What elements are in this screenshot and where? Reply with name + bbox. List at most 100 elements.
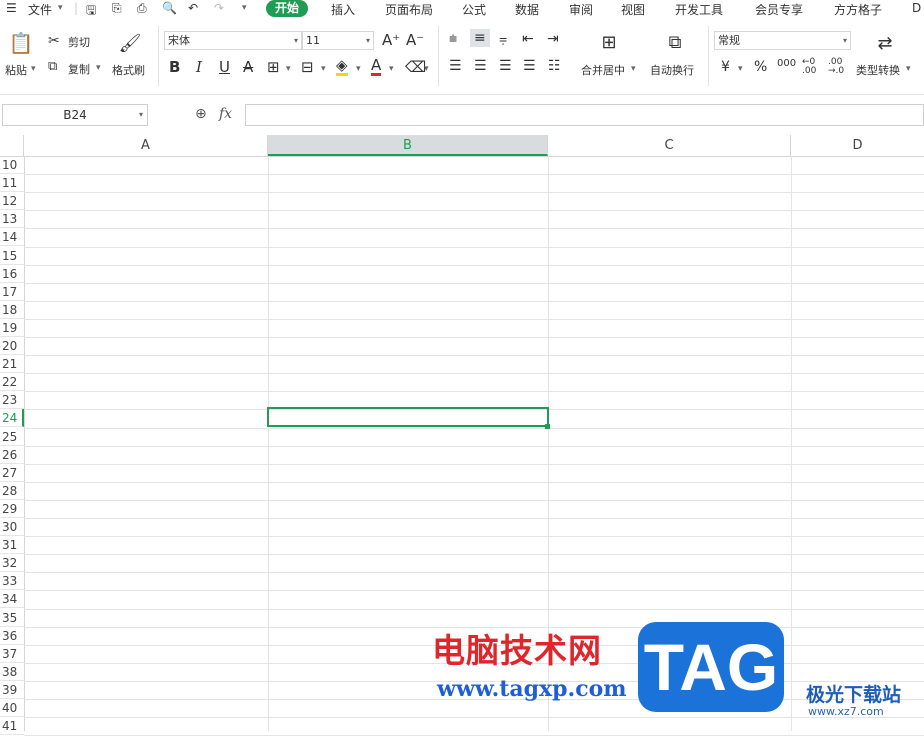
tab-developer[interactable]: 开发工具 [675, 1, 723, 18]
name-box[interactable]: B24 ▾ [2, 104, 148, 126]
font-name-select[interactable]: 宋体 ▾ [164, 31, 302, 50]
tab-insert[interactable]: 插入 [331, 1, 355, 18]
row-header-14[interactable]: 14 [0, 228, 24, 247]
chevron-down-icon[interactable]: ▾ [424, 64, 429, 74]
chevron-down-icon[interactable]: ▾ [906, 64, 911, 74]
number-format-select[interactable]: 常规 ▾ [714, 31, 851, 50]
print-preview-icon[interactable]: 🔍 [162, 1, 177, 15]
row-header-20[interactable]: 20 [0, 337, 24, 355]
tab-more[interactable]: D [912, 1, 921, 15]
font-color-icon[interactable]: A [371, 57, 382, 76]
column-header-b[interactable]: B [268, 135, 548, 156]
chevron-down-icon[interactable]: ▾ [58, 3, 63, 13]
bold-icon[interactable]: B [169, 58, 180, 76]
row-header-40[interactable]: 40 [0, 699, 24, 717]
column-header-a[interactable]: A [24, 135, 268, 156]
row-header-19[interactable]: 19 [0, 319, 24, 337]
decrease-indent-icon[interactable]: ⇤ [522, 31, 534, 47]
row-header-15[interactable]: 15 [0, 247, 24, 265]
row-header-28[interactable]: 28 [0, 482, 24, 500]
file-menu[interactable]: 文件 [28, 1, 52, 18]
tab-home[interactable]: 开始 [266, 0, 309, 17]
font-size-select[interactable]: 11 ▾ [302, 31, 374, 50]
align-bottom-icon[interactable]: ⩦ [499, 31, 507, 47]
row-header-36[interactable]: 36 [0, 627, 24, 645]
row-header-17[interactable]: 17 [0, 283, 24, 301]
select-all-corner[interactable] [0, 135, 24, 156]
row-header-24[interactable]: 24 [0, 409, 24, 428]
format-painter-icon[interactable]: 🖌 [118, 30, 142, 56]
increase-decimal-icon[interactable]: ←0.00 [802, 58, 816, 76]
row-header-27[interactable]: 27 [0, 464, 24, 482]
function-button[interactable]: fx [219, 106, 232, 122]
format-painter-button[interactable]: 格式刷 [112, 62, 145, 78]
paste-icon[interactable]: 📋 [8, 30, 34, 56]
redo-icon[interactable]: ↷ [214, 1, 224, 15]
fill-color-icon[interactable]: ◈ [336, 57, 348, 76]
percent-button[interactable]: % [754, 59, 767, 75]
row-header-18[interactable]: 18 [0, 301, 24, 319]
export-icon[interactable]: ⎘ [112, 1, 122, 16]
merge-center-icon[interactable]: ⊞ [594, 29, 624, 55]
row-header-22[interactable]: 22 [0, 373, 24, 392]
row-header-31[interactable]: 31 [0, 536, 24, 555]
tab-page-layout[interactable]: 页面布局 [385, 1, 433, 18]
tab-review[interactable]: 审阅 [569, 1, 593, 18]
chevron-down-icon[interactable]: ▾ [389, 64, 394, 74]
border-icon[interactable]: ⊞ [267, 58, 280, 76]
align-middle-icon[interactable]: ≡ [470, 29, 490, 47]
tab-view[interactable]: 视图 [621, 1, 645, 18]
row-header-21[interactable]: 21 [0, 355, 24, 374]
row-header-11[interactable]: 11 [0, 174, 24, 193]
tab-data[interactable]: 数据 [515, 1, 539, 18]
chevron-down-icon[interactable]: ▾ [631, 64, 636, 74]
paste-button[interactable]: 粘贴 [5, 62, 27, 78]
chevron-down-icon[interactable]: ▾ [286, 64, 291, 74]
type-convert-button[interactable]: 类型转换 [856, 62, 900, 78]
row-header-38[interactable]: 38 [0, 663, 24, 681]
row-header-32[interactable]: 32 [0, 554, 24, 573]
row-header-29[interactable]: 29 [0, 500, 24, 518]
thousands-separator-button[interactable]: 000 [777, 58, 796, 69]
tab-fangfang[interactable]: 方方格子 [834, 1, 882, 18]
hamburger-icon[interactable]: ☰ [6, 1, 17, 15]
row-header-16[interactable]: 16 [0, 265, 24, 283]
distributed-icon[interactable]: ☷ [548, 58, 561, 74]
row-header-25[interactable]: 25 [0, 428, 24, 446]
type-convert-icon[interactable]: ⇄ [873, 30, 897, 56]
tab-member[interactable]: 会员专享 [755, 1, 803, 18]
merge-center-button[interactable]: 合并居中 [581, 62, 625, 78]
copy-icon[interactable]: ⧉ [48, 59, 57, 74]
row-header-41[interactable]: 41 [0, 717, 24, 736]
row-header-26[interactable]: 26 [0, 446, 24, 464]
align-right-icon[interactable]: ☰ [499, 58, 512, 74]
row-header-34[interactable]: 34 [0, 590, 24, 609]
increase-font-icon[interactable]: A⁺ [382, 31, 400, 49]
wrap-text-button[interactable]: 自动换行 [650, 62, 694, 78]
row-header-30[interactable]: 30 [0, 518, 24, 536]
justify-icon[interactable]: ☰ [523, 58, 536, 74]
align-center-icon[interactable]: ☰ [474, 58, 487, 74]
chevron-down-icon[interactable]: ▾ [738, 64, 743, 74]
scissors-icon[interactable]: ✂ [48, 33, 60, 49]
row-header-23[interactable]: 23 [0, 391, 24, 410]
row-header-10[interactable]: 10 [0, 156, 24, 174]
selected-cell[interactable] [267, 407, 549, 427]
cut-button[interactable]: 剪切 [68, 34, 90, 50]
align-left-icon[interactable]: ☰ [449, 58, 462, 74]
row-header-33[interactable]: 33 [0, 572, 24, 591]
italic-icon[interactable]: I [196, 58, 202, 76]
strikethrough-icon[interactable]: A [243, 58, 253, 76]
wrap-text-icon[interactable]: ⧉ [660, 29, 690, 55]
chevron-down-icon[interactable]: ▾ [31, 64, 36, 74]
decrease-font-icon[interactable]: A⁻ [406, 31, 424, 49]
chevron-down-icon[interactable]: ▾ [321, 64, 326, 74]
fill-handle[interactable] [545, 424, 550, 429]
increase-indent-icon[interactable]: ⇥ [547, 31, 559, 47]
customize-icon[interactable]: ▾ [242, 3, 247, 13]
align-top-icon[interactable]: ⩧ [449, 31, 457, 47]
print-icon[interactable]: ⎙ [137, 1, 147, 16]
cell-style-icon[interactable]: ⊟ [301, 58, 314, 76]
row-header-39[interactable]: 39 [0, 681, 24, 699]
undo-icon[interactable]: ↶ [188, 1, 198, 15]
